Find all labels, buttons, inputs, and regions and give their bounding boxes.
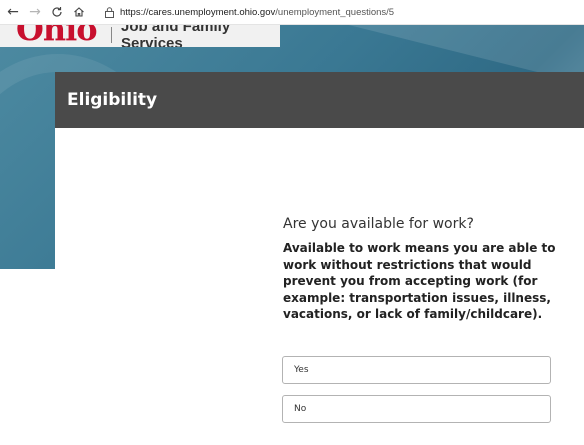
page-title: Eligibility	[67, 90, 158, 110]
logo-text: Job and Family Services	[121, 24, 231, 47]
home-icon[interactable]	[68, 1, 90, 23]
option-yes-label: Yes	[294, 365, 309, 375]
question-help-text: Available to work means you are able to …	[283, 241, 556, 321]
refresh-icon[interactable]	[46, 1, 68, 23]
lock-icon	[104, 6, 114, 18]
address-bar[interactable]: https://cares.unemployment.ohio.gov/unem…	[120, 7, 394, 18]
forward-arrow-icon[interactable]: →	[24, 1, 46, 23]
option-yes-button[interactable]: Yes	[282, 356, 551, 384]
eligibility-panel: Eligibility Are you available for work? …	[55, 72, 584, 445]
logo-divider	[111, 27, 112, 43]
back-arrow-icon[interactable]: ←	[2, 1, 24, 23]
url-host: https://cares.unemployment.ohio.gov	[120, 6, 276, 18]
url-path: /unemployment_questions/5	[275, 6, 395, 18]
site-logo[interactable]: Ohio Job and Family Services	[0, 24, 280, 47]
question-text: Are you available for work?	[283, 216, 474, 232]
panel-header: Eligibility	[55, 72, 584, 128]
option-no-button[interactable]: No	[282, 395, 551, 423]
option-no-label: No	[294, 404, 307, 414]
logo-mark: Ohio	[16, 24, 98, 47]
browser-toolbar: ← → https://cares.unemployment.ohio.gov/…	[0, 0, 584, 25]
